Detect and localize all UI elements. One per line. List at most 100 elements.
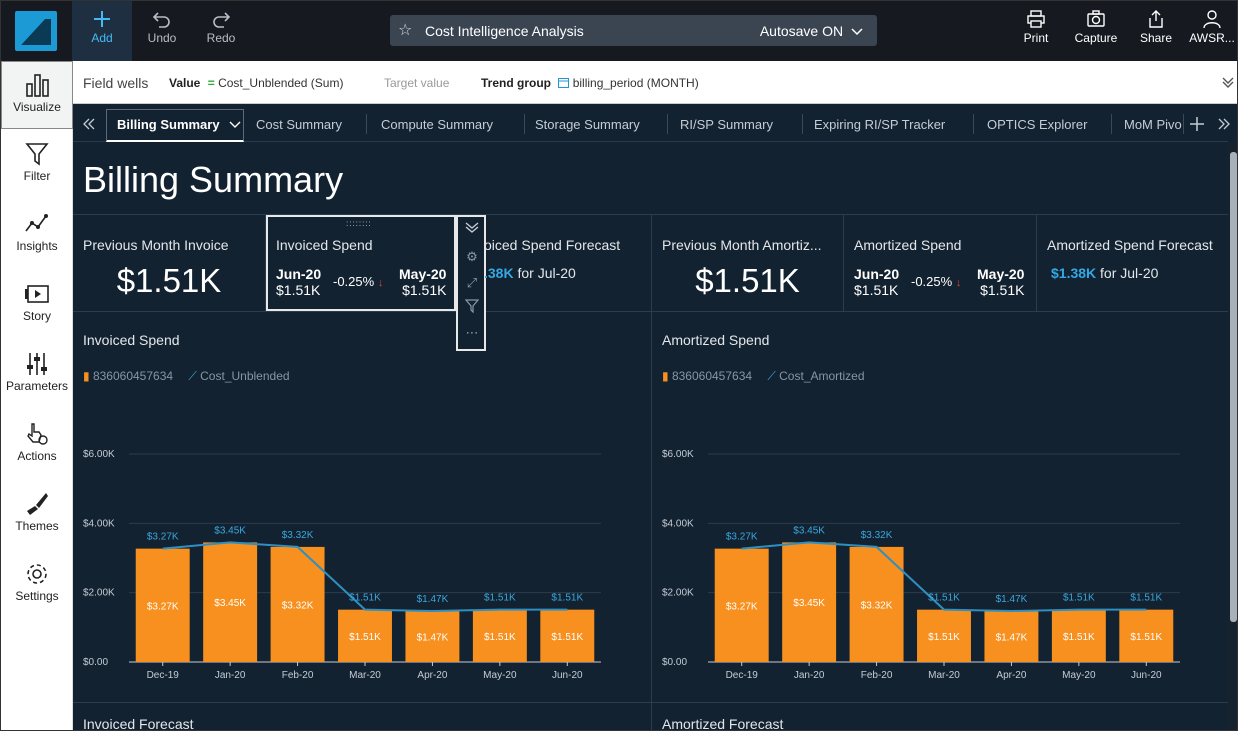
sidebar-item-themes[interactable]: Themes xyxy=(1,481,73,549)
more-options-icon[interactable]: ⋯ xyxy=(464,325,480,341)
user-label: AWSR... xyxy=(1189,31,1235,45)
filter-icon[interactable] xyxy=(464,299,480,316)
sidebar-item-story[interactable]: Story xyxy=(1,271,73,339)
tab-divider xyxy=(1183,114,1184,134)
value-well-label: Value xyxy=(169,76,201,90)
sheet-tabs: Billing Summary Cost Summary Compute Sum… xyxy=(73,104,1231,142)
tab-expiring-ri-sp-tracker[interactable]: Expiring RI/SP Tracker xyxy=(814,117,945,132)
line-data-label: $1.51K xyxy=(1130,593,1162,604)
visual-menu-toolbar: ⚙ ⤢ ⋯ xyxy=(456,215,486,351)
analysis-title[interactable]: Cost Intelligence Analysis xyxy=(425,23,584,39)
tab-divider xyxy=(366,114,367,134)
trend-group-well[interactable]: Trend group billing_period (MONTH) xyxy=(481,76,699,90)
x-tick-label: Dec-19 xyxy=(147,670,180,681)
collapse-icon[interactable] xyxy=(464,222,480,237)
kpi-previous-month-invoice[interactable]: Previous Month Invoice $1.51K xyxy=(73,214,266,311)
tab-compute-summary[interactable]: Compute Summary xyxy=(381,117,493,132)
line-data-label: $1.47K xyxy=(417,594,449,605)
sidebar-label: Filter xyxy=(23,169,51,183)
redo-button[interactable]: Redo xyxy=(197,1,245,61)
scrollbar-thumb[interactable] xyxy=(1230,152,1237,622)
drag-handle-icon[interactable]: :::::::: xyxy=(346,219,378,228)
x-tick-label: Apr-20 xyxy=(996,670,1026,681)
line-data-label: $3.45K xyxy=(214,525,246,536)
tab-cost-summary[interactable]: Cost Summary xyxy=(256,117,342,132)
sidebar-item-filter[interactable]: Filter xyxy=(1,131,73,199)
previous-period-label: May-20 xyxy=(977,266,1025,282)
legend-bar-series[interactable]: 836060457634 xyxy=(93,369,173,383)
legend-line-series[interactable]: Cost_Amortized xyxy=(779,369,864,383)
sliders-icon xyxy=(1,341,73,379)
kpi-previous-month-amortized[interactable]: Previous Month Amortiz... $1.51K xyxy=(652,214,844,311)
field-wells-bar[interactable]: Field wells Value = Cost_Unblended (Sum)… xyxy=(73,61,1237,104)
star-icon[interactable]: ☆ xyxy=(398,20,412,40)
y-tick-label: $4.00K xyxy=(662,518,694,529)
kpi-amortized-spend[interactable]: Amortized Spend Jun-20 $1.51K -0.25% ↓ M… xyxy=(844,214,1037,311)
bar-series-icon: ▮ xyxy=(662,369,669,383)
autosave-dropdown[interactable]: Autosave ON xyxy=(760,23,863,39)
share-button[interactable]: Share xyxy=(1135,1,1177,61)
forecast-line: .38K for Jul-20 xyxy=(484,265,576,281)
tab-divider xyxy=(524,114,525,134)
sidebar-item-parameters[interactable]: Parameters xyxy=(1,341,73,409)
line-series-icon: ⟋ xyxy=(767,369,776,383)
tab-label: Billing Summary xyxy=(117,117,220,132)
tab-billing-summary[interactable]: Billing Summary xyxy=(117,117,241,132)
analysis-title-box[interactable]: ☆ Cost Intelligence Analysis Autosave ON xyxy=(390,15,877,46)
kpi-title: Amortized Spend xyxy=(854,237,962,253)
sidebar-item-visualize[interactable]: Visualize xyxy=(1,61,73,129)
vertical-scrollbar[interactable] xyxy=(1228,142,1237,730)
x-tick-label: Jan-20 xyxy=(215,670,246,681)
brush-icon xyxy=(1,481,73,519)
target-value-well[interactable]: Target value xyxy=(384,76,449,90)
sidebar-label: Insights xyxy=(16,239,58,253)
kpi-title: Amortized Spend Forecast xyxy=(1047,237,1213,253)
change-percent: -0.25% xyxy=(911,274,953,289)
sheet-canvas: Billing Summary Cost Summary Compute Sum… xyxy=(73,104,1237,730)
legend-line-series[interactable]: Cost_Unblended xyxy=(200,369,289,383)
bar-data-label: $3.45K xyxy=(793,598,825,609)
kpi-invoiced-spend-forecast[interactable]: oiced Spend Forecast .38K for Jul-20 xyxy=(484,214,652,311)
capture-button[interactable]: Capture xyxy=(1069,1,1123,61)
x-tick-label: May-20 xyxy=(483,670,517,681)
invoiced-spend-chart[interactable]: $0.00 $2.00K $4.00K $6.00K $3.27K Dec-19 $3.45… xyxy=(73,434,633,684)
sidebar-item-insights[interactable]: Insights xyxy=(1,201,73,269)
quicksight-logo[interactable] xyxy=(15,11,57,51)
undo-button[interactable]: Undo xyxy=(138,1,186,61)
chevron-down-icon[interactable] xyxy=(229,121,241,129)
value-well-field: Cost_Unblended (Sum) xyxy=(218,76,344,90)
bar-data-label: $1.51K xyxy=(484,632,516,643)
sidebar-item-settings[interactable]: Settings xyxy=(1,551,73,619)
bar-data-label: $1.51K xyxy=(551,632,583,643)
tab-optics-explorer[interactable]: OPTICS Explorer xyxy=(987,117,1087,132)
redo-icon xyxy=(197,1,245,31)
insights-icon xyxy=(1,201,73,239)
expand-field-wells-icon[interactable] xyxy=(1221,75,1235,89)
legend-bar-series[interactable]: 836060457634 xyxy=(672,369,752,383)
plus-icon xyxy=(72,1,132,31)
bar-data-label: $1.47K xyxy=(996,633,1028,644)
chart-legend: ▮ 836060457634 ⟋ Cost_Amortized xyxy=(662,369,865,384)
kpi-amortized-spend-forecast[interactable]: Amortized Spend Forecast $1.38K for Jul-… xyxy=(1037,214,1228,311)
line-data-label: $3.32K xyxy=(282,530,314,541)
tab-mom-pivot[interactable]: MoM Pivo xyxy=(1124,117,1182,132)
tabs-scroll-right-icon[interactable] xyxy=(1217,117,1231,131)
expand-icon[interactable]: ⤢ xyxy=(464,275,480,291)
add-sheet-icon[interactable] xyxy=(1190,117,1204,131)
format-visual-gear-icon[interactable]: ⚙ xyxy=(464,249,480,265)
sidebar-item-actions[interactable]: Actions xyxy=(1,411,73,479)
kpi-title: oiced Spend Forecast xyxy=(484,237,621,253)
user-menu-button[interactable]: AWSR... xyxy=(1187,1,1237,61)
story-icon xyxy=(1,271,73,309)
tabs-scroll-left-icon[interactable] xyxy=(82,117,96,131)
chart-legend: ▮ 836060457634 ⟋ Cost_Unblended xyxy=(83,369,290,384)
trend-group-label: Trend group xyxy=(481,76,551,90)
forecast-period: for Jul-20 xyxy=(1100,265,1159,281)
print-button[interactable]: Print xyxy=(1014,1,1058,61)
grid-divider xyxy=(73,702,1228,703)
amortized-spend-chart[interactable]: $0.00 $2.00K $4.00K $6.00K $3.27K Dec-19 $3.45… xyxy=(652,434,1212,684)
tab-storage-summary[interactable]: Storage Summary xyxy=(535,117,640,132)
add-button[interactable]: Add xyxy=(72,1,132,61)
value-well[interactable]: Value = Cost_Unblended (Sum) xyxy=(169,76,343,90)
tab-ri-sp-summary[interactable]: RI/SP Summary xyxy=(680,117,773,132)
